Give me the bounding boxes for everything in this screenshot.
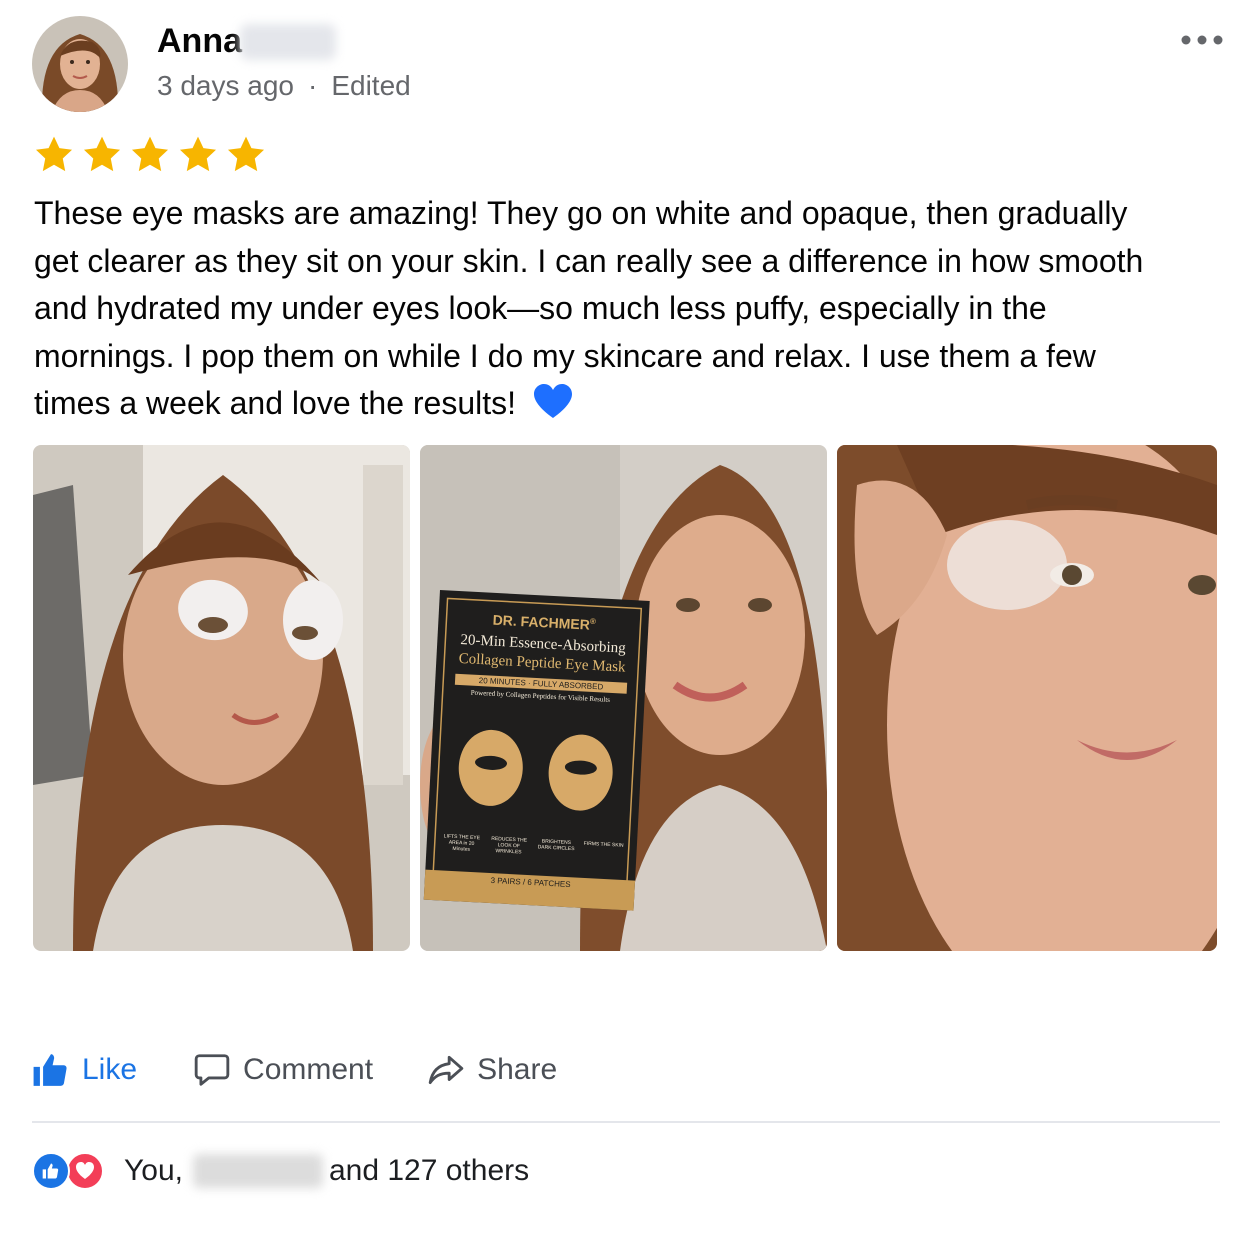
benefit-4: FIRMS THE SKIN: [583, 840, 624, 849]
review-body: These eye masks are amazing! They go on …: [34, 195, 1144, 421]
post-meta: 3 days ago · Edited: [157, 70, 411, 102]
author-name[interactable]: Anna: [157, 22, 242, 61]
benefit-2: REDUCES THE LOOK OF WRINKLES: [491, 835, 528, 856]
benefit-1: LIFTS THE EYE AREA in 20 Minutes: [443, 833, 481, 853]
like-button[interactable]: Like: [32, 1051, 137, 1089]
star-icon: [35, 136, 73, 172]
photo-gallery: DR. FACHMER® 20-Min Essence-Absorbing Co…: [33, 445, 1217, 951]
meta-separator: ·: [308, 70, 318, 101]
photo-peeling-mask[interactable]: [837, 445, 1217, 951]
product-box-text: DR. FACHMER® 20-Min Essence-Absorbing Co…: [429, 605, 647, 892]
share-button[interactable]: Share: [427, 1051, 557, 1089]
comment-button[interactable]: Comment: [193, 1051, 373, 1089]
star-icon: [227, 136, 265, 172]
love-reaction-icon: [66, 1152, 104, 1190]
divider: [32, 1121, 1220, 1123]
thumbs-up-icon: [33, 1054, 67, 1086]
product-registered: ®: [589, 616, 597, 627]
comment-label: Comment: [243, 1053, 374, 1086]
photo-eye-masks-applied[interactable]: [33, 445, 410, 951]
more-options-icon[interactable]: [1180, 30, 1224, 50]
redacted-name: [192, 1154, 323, 1188]
star-rating: [32, 134, 268, 176]
redacted-last-name: [240, 24, 336, 60]
star-icon: [131, 136, 169, 172]
like-reaction-icon: [32, 1152, 70, 1190]
review-text: These eye masks are amazing! They go on …: [34, 190, 1154, 434]
star-icon: [179, 136, 217, 172]
reaction-suffix: and 127 others: [328, 1154, 530, 1187]
benefit-3: BRIGHTENS DARK CIRCLES: [537, 838, 575, 853]
product-brand: DR. FACHMER: [492, 611, 591, 633]
star-icon: [83, 136, 121, 172]
post-actions: Like Comment Share: [32, 1046, 557, 1094]
post-time[interactable]: 3 days ago: [157, 70, 294, 101]
product-benefits: LIFTS THE EYE AREA in 20 Minutes REDUCES…: [440, 833, 625, 861]
reaction-prefix: You,: [124, 1154, 183, 1187]
share-label: Share: [477, 1053, 558, 1086]
comment-icon: [194, 1054, 230, 1086]
edited-label[interactable]: Edited: [331, 70, 410, 101]
share-icon: [428, 1055, 464, 1085]
reaction-text: You, and 127 others: [124, 1154, 529, 1188]
blue-heart-emoji: [533, 384, 573, 434]
like-label: Like: [82, 1053, 138, 1086]
reaction-icons: [32, 1150, 108, 1192]
reactions-summary[interactable]: You, and 127 others: [32, 1150, 529, 1192]
author-avatar[interactable]: [32, 16, 128, 112]
